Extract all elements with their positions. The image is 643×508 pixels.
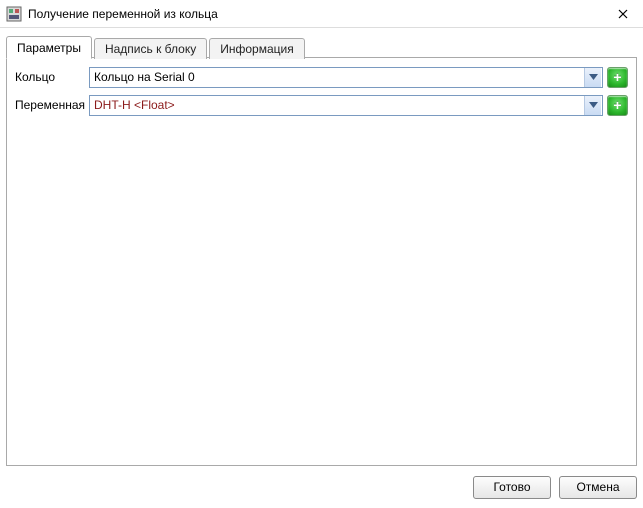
tab-info[interactable]: Информация: [209, 38, 304, 59]
ring-combo-value: Кольцо на Serial 0: [90, 70, 584, 84]
row-variable: Переменная DHT-H <Float> +: [15, 94, 628, 116]
app-icon: [6, 6, 22, 22]
tabstrip: Параметры Надпись к блоку Информация: [6, 34, 637, 58]
tab-caption[interactable]: Надпись к блоку: [94, 38, 207, 59]
variable-add-button[interactable]: +: [607, 95, 628, 116]
plus-icon: +: [613, 98, 621, 112]
row-ring: Кольцо Кольцо на Serial 0 +: [15, 66, 628, 88]
ok-button[interactable]: Готово: [473, 476, 551, 499]
plus-icon: +: [613, 70, 621, 84]
variable-label: Переменная: [15, 98, 89, 112]
ring-combo-arrow[interactable]: [584, 68, 601, 87]
titlebar: Получение переменной из кольца: [0, 0, 643, 28]
chevron-down-icon: [589, 74, 598, 80]
close-icon: [618, 9, 628, 19]
variable-combo[interactable]: DHT-H <Float>: [89, 95, 603, 116]
ring-add-button[interactable]: +: [607, 67, 628, 88]
tab-page-parameters: Кольцо Кольцо на Serial 0 + Переменная D…: [6, 57, 637, 466]
ring-combo[interactable]: Кольцо на Serial 0: [89, 67, 603, 88]
client-area: Параметры Надпись к блоку Информация Кол…: [0, 28, 643, 508]
dialog-footer: Готово Отмена: [6, 472, 637, 502]
variable-combo-value: DHT-H <Float>: [90, 98, 584, 112]
variable-combo-arrow[interactable]: [584, 96, 601, 115]
close-button[interactable]: [603, 0, 643, 28]
window-title: Получение переменной из кольца: [28, 7, 603, 21]
cancel-button[interactable]: Отмена: [559, 476, 637, 499]
chevron-down-icon: [589, 102, 598, 108]
ring-label: Кольцо: [15, 70, 89, 84]
tab-parameters[interactable]: Параметры: [6, 36, 92, 59]
